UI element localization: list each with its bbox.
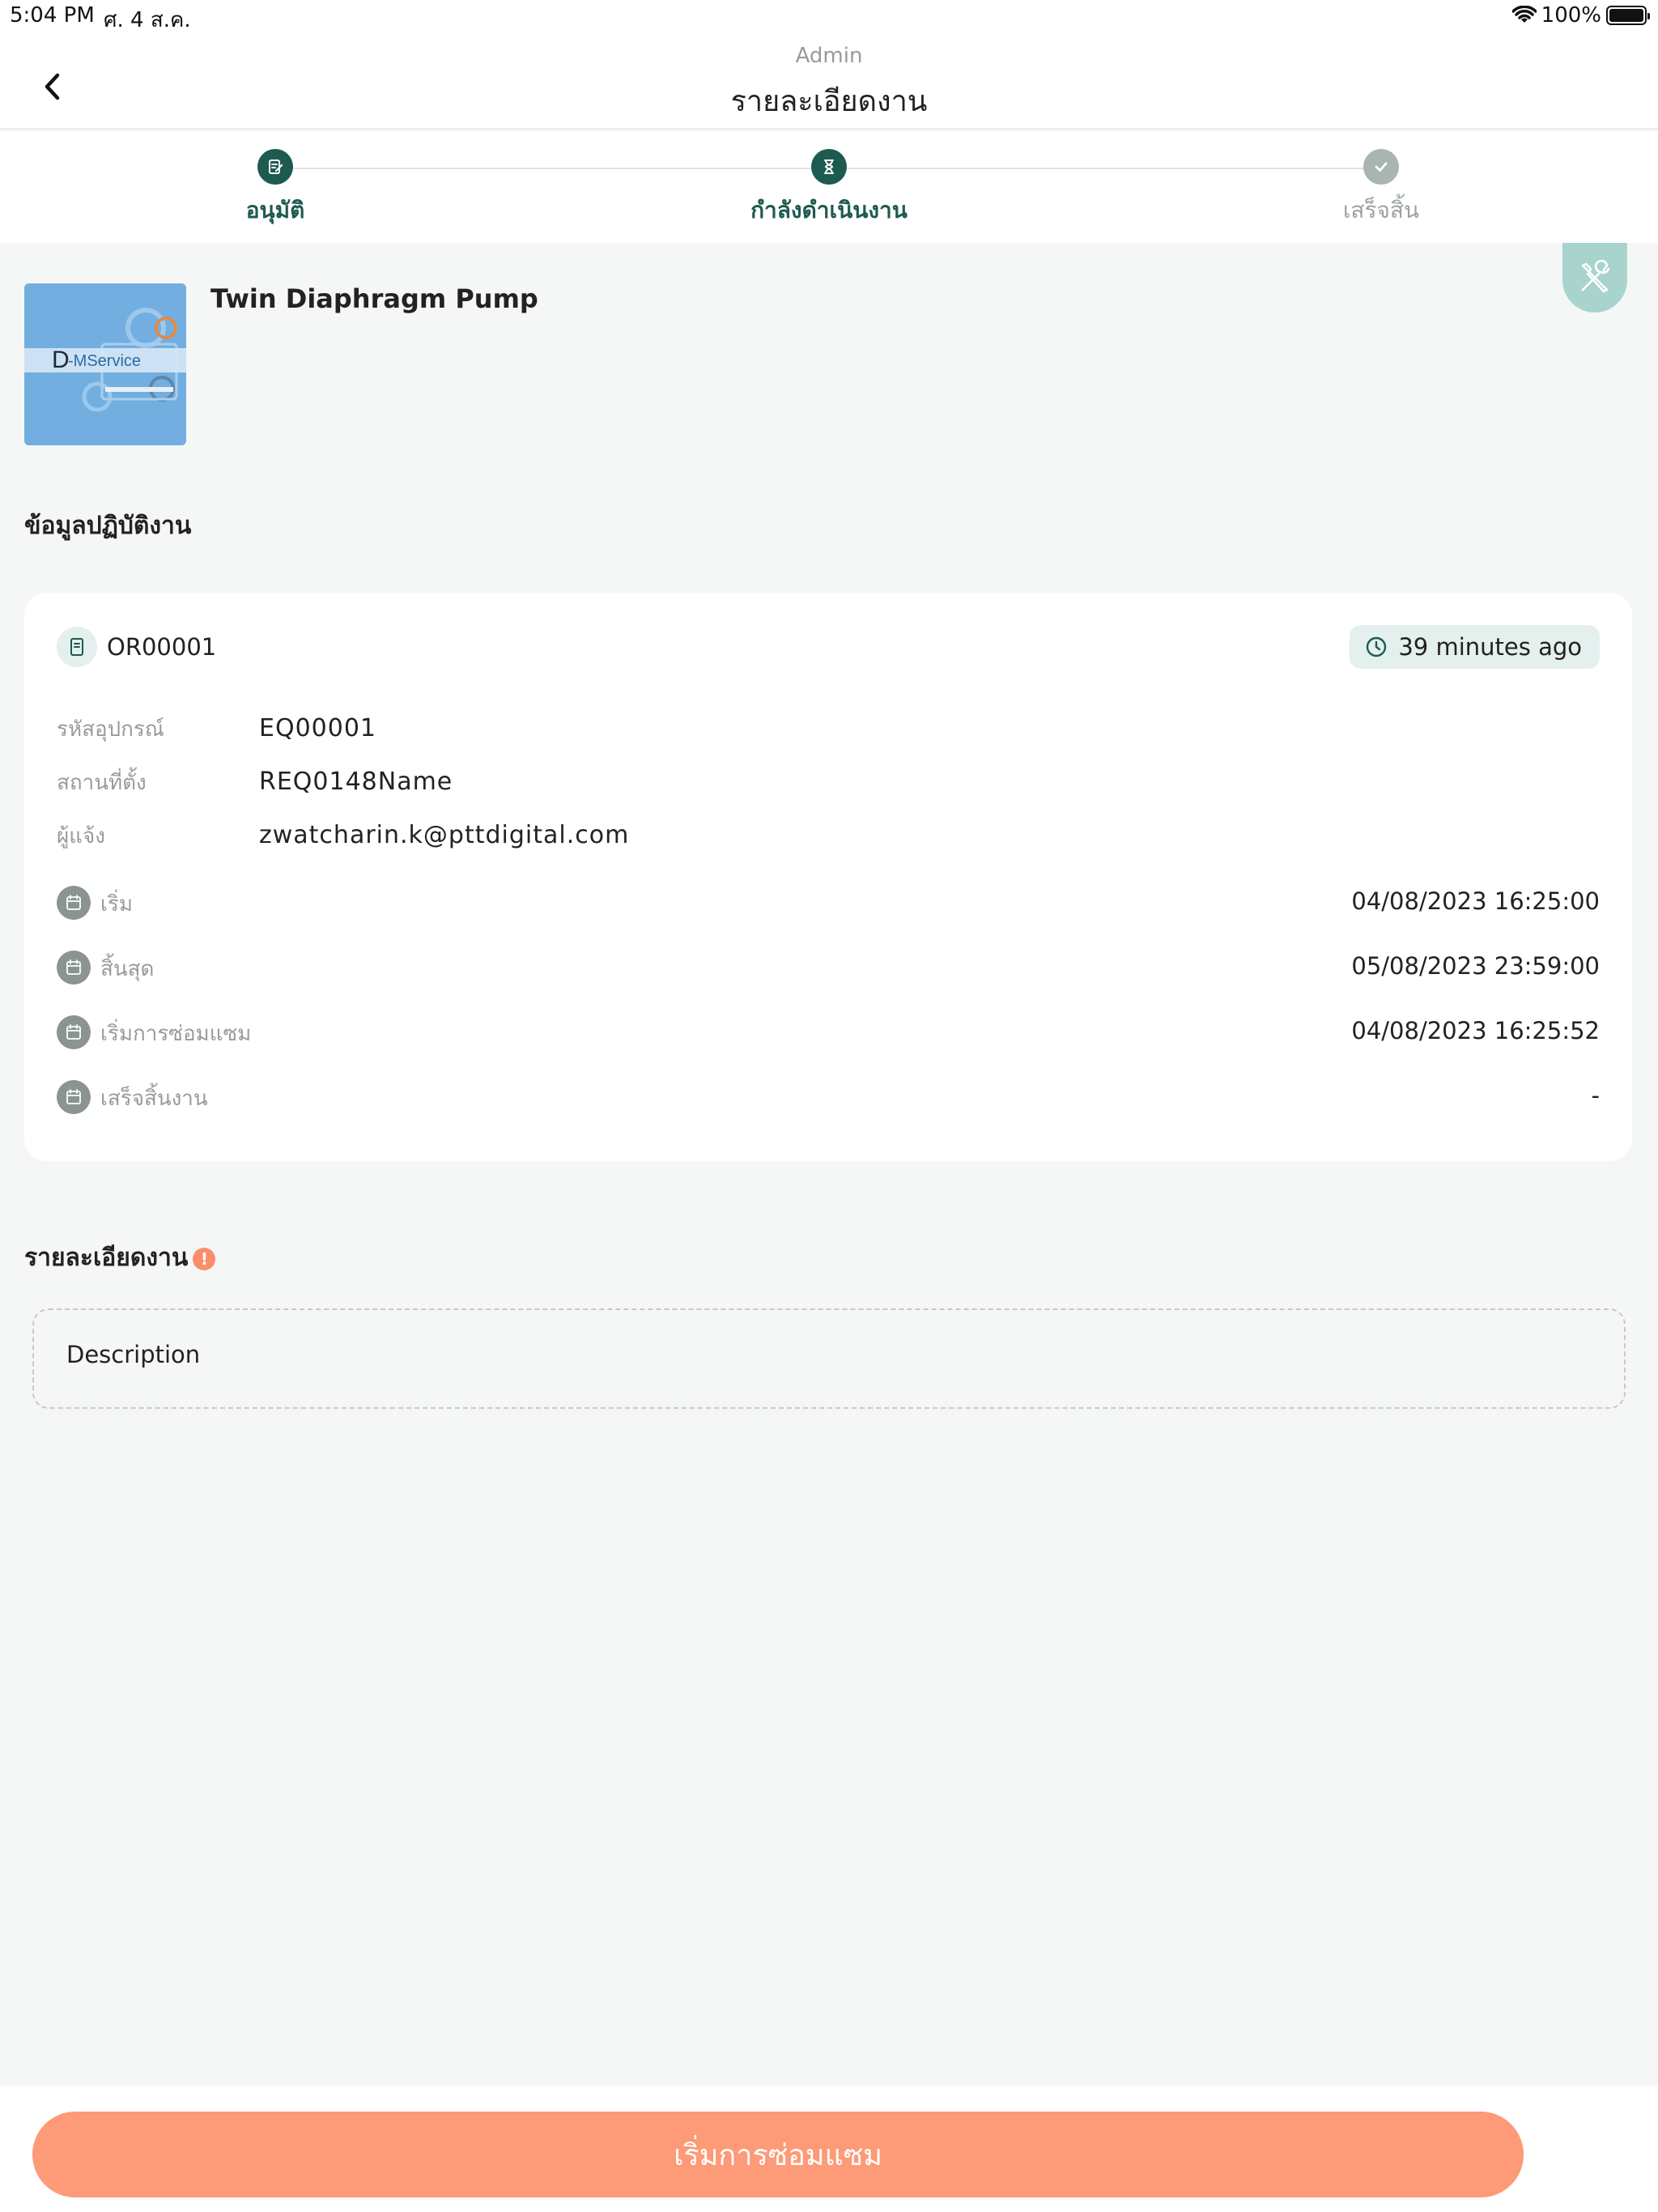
calendar-icon [57,1015,91,1049]
battery-percent: 100% [1541,3,1601,28]
step-label: กำลังดำเนินงาน [750,197,908,223]
work-info-card: OR00001 39 minutes ago รหัสอุปกรณ์ EQ000… [24,593,1632,1161]
calendar-icon [57,1080,91,1114]
nav-subtitle: Admin [795,44,863,68]
date-label: สิ้นสุด [100,957,155,981]
job-detail-title-text: รายละเอียดงาน [24,1244,189,1272]
start-repair-button[interactable]: เริ่มการซ่อมแซม [32,2112,1524,2197]
required-icon: ! [193,1247,216,1270]
equipment-code-label: รหัสอุปกรณ์ [57,717,164,742]
date-row-finished: เสร็จสิ้นงาน - [57,1080,1600,1116]
elapsed-time-badge: 39 minutes ago [1350,625,1600,669]
order-id: OR00001 [107,633,217,661]
status-time: 5:04 PM [10,3,95,28]
equipment-name: Twin Diaphragm Pump [210,283,538,314]
date-value: - [1591,1082,1600,1109]
status-date: ศ. 4 ส.ค. [104,8,191,32]
equipment-image: D -MService [24,283,186,445]
approve-icon [257,149,293,185]
description-placeholder: Description [66,1341,201,1368]
wifi-icon [1511,6,1537,23]
step-label: อนุมัติ [245,197,305,223]
date-row-end: สิ้นสุด 05/08/2023 23:59:00 [57,951,1600,986]
check-icon [1363,149,1399,185]
status-indicators: 100% [1511,3,1650,28]
date-label: เสร็จสิ้นงาน [100,1087,208,1111]
battery-icon [1606,6,1650,25]
nav-bar: Admin รายละเอียดงาน [0,32,1658,130]
page-title: รายละเอียดงาน [730,85,928,118]
logo-text: D [52,347,70,373]
date-value: 04/08/2023 16:25:00 [1351,887,1600,915]
reporter-value: zwatcharin.k@pttdigital.com [259,821,630,849]
date-label: เริ่ม [100,892,133,917]
date-row-start: เริ่ม 04/08/2023 16:25:00 [57,886,1600,921]
calendar-icon [57,886,91,920]
bottom-action-bar: เริ่มการซ่อมแซม [0,2086,1658,2212]
progress-stepper: อนุมัติ กำลังดำเนินงาน เสร็จสิ้น [0,131,1658,243]
location-value: REQ0148Name [259,768,453,796]
timer-icon [1367,636,1387,657]
step-label: เสร็จสิ้น [1342,197,1420,223]
work-info-title: ข้อมูลปฏิบัติงาน [24,512,192,540]
date-value: 05/08/2023 23:59:00 [1351,952,1600,980]
document-icon [57,627,97,667]
step-completed: เสร็จสิ้น [1260,149,1503,228]
description-input[interactable]: Description [32,1308,1626,1409]
date-row-repair-start: เริ่มการซ่อมแซม 04/08/2023 16:25:52 [57,1015,1600,1051]
status-bar: 5:04 PM ศ. 4 ส.ค. 100% [0,0,1658,32]
date-value: 04/08/2023 16:25:52 [1351,1017,1600,1044]
location-label: สถานที่ตั้ง [57,771,147,795]
tools-button[interactable] [1562,243,1627,313]
hourglass-icon [811,149,847,185]
step-approved: อนุมัติ [154,149,397,228]
elapsed-time: 39 minutes ago [1398,633,1582,661]
date-label: เริ่มการซ่อมแซม [100,1022,252,1046]
reporter-label: ผู้แจ้ง [57,824,105,849]
svg-text:-MService: -MService [68,352,141,370]
tools-icon [1581,259,1610,293]
calendar-icon [57,951,91,985]
equipment-code-value: EQ00001 [259,714,377,742]
step-in-progress: กำลังดำเนินงาน [708,149,950,228]
job-detail-title: รายละเอียดงาน! [24,1239,216,1277]
